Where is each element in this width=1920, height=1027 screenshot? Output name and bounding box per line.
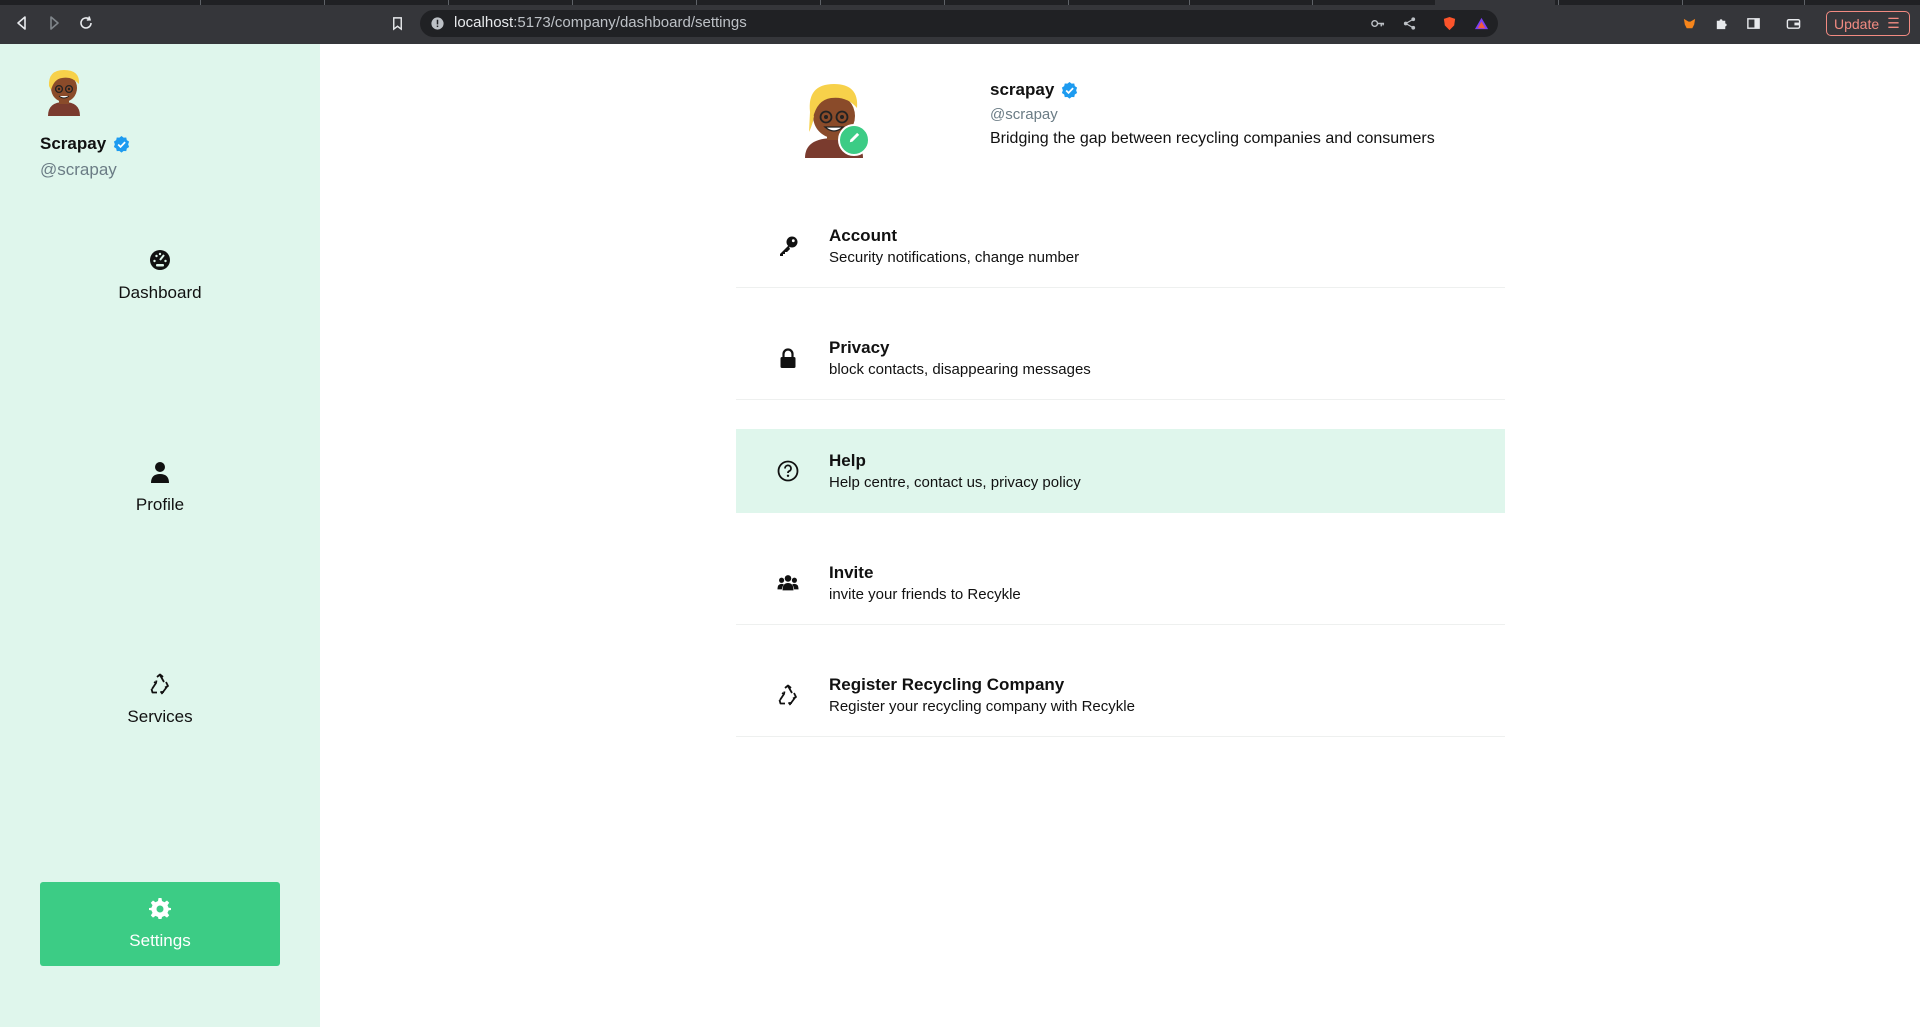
settings-item-help[interactable]: Help Help centre, contact us, privacy po…	[736, 429, 1505, 513]
settings-item-account[interactable]: Account Security notifications, change n…	[736, 204, 1505, 288]
edit-avatar-button[interactable]	[838, 124, 870, 156]
profile-name-text: scrapay	[990, 80, 1055, 99]
settings-item-register-company[interactable]: Register Recycling Company Register your…	[736, 653, 1505, 737]
tab-divider	[200, 0, 201, 5]
pencil-icon	[847, 130, 862, 150]
dashboard-gauge-icon	[149, 249, 171, 271]
sidebar-item-label: Dashboard	[118, 283, 202, 302]
tab-divider	[1312, 0, 1313, 5]
sidebar-user-handle: @scrapay	[40, 160, 117, 179]
settings-item-title: Privacy	[829, 338, 890, 357]
tab-divider	[820, 0, 821, 5]
settings-item-subtitle: Help centre, contact us, privacy policy	[829, 474, 1081, 491]
settings-item-title: Account	[829, 226, 897, 245]
settings-item-subtitle: block contacts, disappearing messages	[829, 361, 1091, 378]
settings-item-subtitle: Security notifications, change number	[829, 249, 1080, 266]
avatar[interactable]	[42, 66, 86, 116]
key-icon	[776, 234, 800, 258]
settings-item-subtitle: invite your friends to Recykle	[829, 586, 1021, 603]
tab-divider	[1804, 0, 1805, 5]
sidebar-item-profile[interactable]: Profile	[40, 446, 280, 530]
url-host: localhost	[454, 14, 514, 31]
tab-divider	[696, 0, 697, 5]
tab-divider	[1068, 0, 1069, 5]
profile-bio: Bridging the gap between recycling compa…	[990, 130, 1435, 147]
update-button[interactable]: Update ☰	[1826, 11, 1910, 36]
extensions-puzzle-icon[interactable]	[1712, 14, 1730, 32]
sidebar-item-label: Settings	[129, 931, 191, 950]
verified-badge-icon	[1060, 81, 1079, 100]
active-tab[interactable]	[1435, 0, 1555, 5]
brave-shields-icon[interactable]	[1440, 14, 1458, 32]
verified-badge-icon	[112, 135, 131, 154]
tab-divider	[324, 0, 325, 5]
url-text[interactable]: localhost:5173/company/dashboard/setting…	[454, 14, 747, 31]
browser-toolbar: localhost:5173/company/dashboard/setting…	[0, 0, 1920, 44]
sidebar-item-settings[interactable]: Settings	[40, 882, 280, 966]
profile-name: scrapay	[990, 80, 1079, 100]
sidebar-item-label: Services	[127, 707, 193, 726]
recycle-icon	[149, 673, 171, 695]
person-icon	[149, 461, 171, 483]
sidebar-item-dashboard[interactable]: Dashboard	[40, 234, 280, 318]
tab-divider	[1558, 0, 1559, 5]
tab-divider	[448, 0, 449, 5]
reload-icon[interactable]	[76, 13, 96, 33]
brave-rewards-icon[interactable]	[1472, 14, 1490, 32]
tab-divider	[944, 0, 945, 5]
sidebar-toggle-icon[interactable]	[1744, 14, 1762, 32]
settings-item-subtitle: Register your recycling company with Rec…	[829, 698, 1135, 715]
tab-divider	[1682, 0, 1683, 5]
tab-divider	[572, 0, 573, 5]
settings-item-title: Register Recycling Company	[829, 675, 1065, 694]
settings-item-invite[interactable]: Invite invite your friends to Recykle	[736, 541, 1505, 625]
sidebar-user-name: Scrapay	[40, 134, 131, 154]
settings-item-title: Invite	[829, 563, 874, 582]
share-icon[interactable]	[1400, 14, 1418, 32]
profile-handle: @scrapay	[990, 106, 1058, 123]
gear-icon	[149, 897, 171, 919]
settings-item-privacy[interactable]: Privacy block contacts, disappearing mes…	[736, 316, 1505, 400]
sidebar-item-label: Profile	[135, 495, 185, 514]
update-label: Update	[1834, 15, 1880, 32]
tab-divider	[1189, 0, 1190, 5]
wallet-icon[interactable]	[1784, 14, 1802, 32]
password-key-icon[interactable]	[1368, 14, 1386, 32]
sidebar: Scrapay @scrapay Dashboard Profile Servi…	[0, 44, 320, 1027]
menu-icon: ☰	[1887, 15, 1900, 31]
lock-icon	[776, 346, 800, 370]
settings-item-title: Help	[829, 451, 866, 470]
url-path: :5173/company/dashboard/settings	[513, 14, 747, 31]
sidebar-item-services[interactable]: Services	[40, 658, 280, 742]
bookmark-icon[interactable]	[388, 14, 406, 32]
forward-icon[interactable]	[44, 13, 64, 33]
sidebar-name-text: Scrapay	[40, 134, 107, 153]
site-info-icon[interactable]	[428, 14, 446, 32]
tab-strip	[0, 0, 1920, 5]
help-circle-icon	[776, 459, 800, 483]
metamask-icon[interactable]	[1680, 14, 1698, 32]
group-icon	[776, 571, 800, 595]
recycle-icon	[776, 683, 800, 707]
back-icon[interactable]	[12, 13, 32, 33]
